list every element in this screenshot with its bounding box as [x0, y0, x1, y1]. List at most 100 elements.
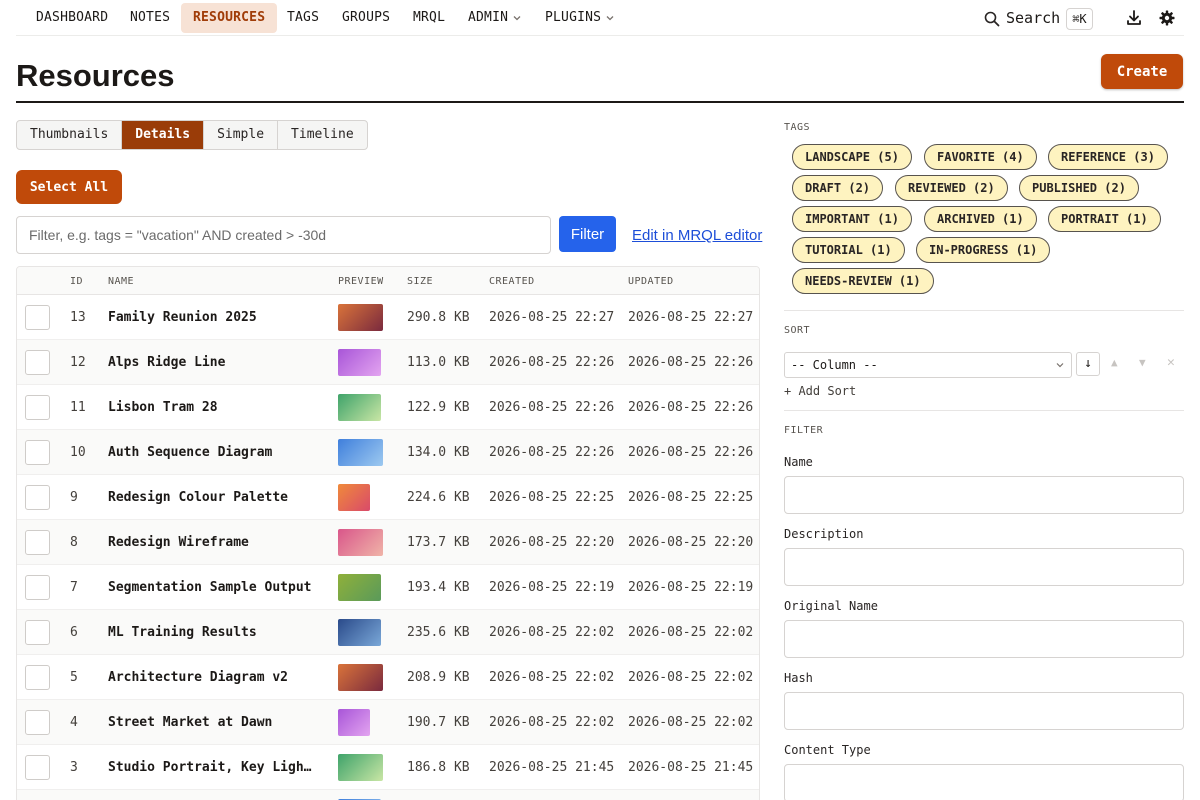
header-size[interactable]: SIZE	[407, 276, 433, 287]
header-created[interactable]: CREATED	[489, 276, 535, 287]
tag-chip[interactable]: TUTORIAL (1)	[792, 237, 905, 263]
preview-thumbnail[interactable]	[338, 619, 381, 646]
preview-thumbnail[interactable]	[338, 439, 383, 466]
row-updated: 2026-08-25 22:25	[628, 490, 754, 505]
preview-thumbnail[interactable]	[338, 484, 370, 511]
row-id: 12	[70, 355, 86, 370]
preview-thumbnail[interactable]	[338, 574, 381, 601]
row-name[interactable]: Alps Ridge Line	[108, 355, 225, 370]
header-name[interactable]: NAME	[108, 276, 134, 287]
row-checkbox[interactable]	[25, 440, 50, 465]
download-icon[interactable]	[1125, 9, 1143, 27]
select-all-button[interactable]: Select All	[16, 170, 122, 204]
filter-input[interactable]	[16, 216, 551, 254]
row-name[interactable]: Auth Sequence Diagram	[108, 445, 272, 460]
tag-chip[interactable]: LANDSCAPE (5)	[792, 144, 912, 170]
table-row[interactable]: 9 Redesign Colour Palette 224.6 KB 2026-08-…	[17, 475, 759, 520]
tag-chip[interactable]: REFERENCE (3)	[1048, 144, 1168, 170]
sort-column-select[interactable]: -- Column --	[784, 352, 1072, 378]
tag-chip[interactable]: NEEDS-REVIEW (1)	[792, 268, 934, 294]
row-name[interactable]: Family Reunion 2025	[108, 310, 257, 325]
nav-plugins[interactable]: PLUGINS	[533, 3, 627, 33]
row-id: 9	[70, 490, 78, 505]
table-row[interactable]: 5 Architecture Diagram v2 208.9 KB 2026-08-…	[17, 655, 759, 700]
tag-chip[interactable]: IN-PROGRESS (1)	[916, 237, 1051, 263]
row-name[interactable]: Studio Portrait, Key Light …	[108, 760, 318, 775]
filter-button[interactable]: Filter	[559, 216, 616, 252]
nav-tags[interactable]: TAGS	[275, 3, 331, 33]
nav-notes[interactable]: NOTES	[118, 3, 182, 33]
preview-thumbnail[interactable]	[338, 664, 383, 691]
table-row[interactable]: 6 ML Training Results 235.6 KB 2026-08-25 2…	[17, 610, 759, 655]
row-checkbox[interactable]	[25, 755, 50, 780]
row-name[interactable]: Street Market at Dawn	[108, 715, 272, 730]
table-row[interactable]: 11 Lisbon Tram 28 122.9 KB 2026-08-25 22:26…	[17, 385, 759, 430]
resources-table: ID NAME PREVIEW SIZE CREATED UPDATED 13 F…	[16, 266, 760, 800]
row-checkbox[interactable]	[25, 305, 50, 330]
nav-groups[interactable]: GROUPS	[330, 3, 402, 33]
table-row[interactable]: 8 Redesign Wireframe 173.7 KB 2026-08-25 22…	[17, 520, 759, 565]
tab-timeline[interactable]: Timeline	[278, 121, 367, 149]
row-checkbox[interactable]	[25, 485, 50, 510]
preview-thumbnail[interactable]	[338, 709, 370, 736]
nav-dashboard[interactable]: DASHBOARD	[24, 3, 120, 33]
remove-sort-icon[interactable]: ✕	[1167, 355, 1175, 370]
tab-thumbnails[interactable]: Thumbnails	[17, 121, 123, 149]
row-updated: 2026-08-25 22:27	[628, 310, 754, 325]
table-row[interactable]: 3 Studio Portrait, Key Light … 186.8 KB 202…	[17, 745, 759, 790]
gear-icon[interactable]	[1158, 9, 1176, 27]
table-row[interactable]: 4 Street Market at Dawn 190.7 KB 2026-08-25…	[17, 700, 759, 745]
header-updated[interactable]: UPDATED	[628, 276, 674, 287]
filter-field-input[interactable]	[784, 764, 1184, 800]
row-name[interactable]: ML Training Results	[108, 625, 257, 640]
tab-simple[interactable]: Simple	[204, 121, 279, 149]
header-id[interactable]: ID	[70, 276, 83, 287]
row-name[interactable]: Lisbon Tram 28	[108, 400, 218, 415]
row-name[interactable]: Architecture Diagram v2	[108, 670, 288, 685]
row-updated: 2026-08-25 22:20	[628, 535, 754, 550]
row-checkbox[interactable]	[25, 395, 50, 420]
row-checkbox[interactable]	[25, 350, 50, 375]
preview-thumbnail[interactable]	[338, 529, 383, 556]
preview-thumbnail[interactable]	[338, 394, 381, 421]
row-checkbox[interactable]	[25, 665, 50, 690]
table-row[interactable]: 13 Family Reunion 2025 290.8 KB 2026-08-25 …	[17, 295, 759, 340]
preview-thumbnail[interactable]	[338, 754, 383, 781]
nav-admin[interactable]: ADMIN	[456, 3, 534, 33]
tag-chip[interactable]: FAVORITE (4)	[924, 144, 1037, 170]
row-checkbox[interactable]	[25, 530, 50, 555]
sort-direction-button[interactable]: ↓	[1076, 352, 1100, 376]
add-sort-button[interactable]: + Add Sort	[784, 384, 856, 398]
row-checkbox[interactable]	[25, 575, 50, 600]
filter-field-input[interactable]	[784, 620, 1184, 658]
tag-chip[interactable]: IMPORTANT (1)	[792, 206, 912, 232]
create-button[interactable]: Create	[1101, 54, 1183, 89]
filter-field-input[interactable]	[784, 548, 1184, 586]
search-button[interactable]: Search ⌘K	[984, 3, 1093, 33]
row-checkbox[interactable]	[25, 710, 50, 735]
row-name[interactable]: Redesign Colour Palette	[108, 490, 288, 505]
filter-field-input[interactable]	[784, 692, 1184, 730]
move-up-icon[interactable]: ▲	[1111, 356, 1118, 369]
row-name[interactable]: Segmentation Sample Output	[108, 580, 312, 595]
table-row[interactable]: 7 Segmentation Sample Output 193.4 KB 2026-…	[17, 565, 759, 610]
table-row[interactable]: 12 Alps Ridge Line 113.0 KB 2026-08-25 22:2…	[17, 340, 759, 385]
filter-field-input[interactable]	[784, 476, 1184, 514]
nav-mrql[interactable]: MRQL	[401, 3, 457, 33]
tab-details[interactable]: Details	[122, 121, 205, 149]
preview-thumbnail[interactable]	[338, 304, 383, 331]
mrql-editor-link[interactable]: Edit in MRQL editor	[632, 227, 762, 244]
tag-chip[interactable]: ARCHIVED (1)	[924, 206, 1037, 232]
nav-resources[interactable]: RESOURCES	[181, 3, 278, 33]
table-row[interactable]: 10 Auth Sequence Diagram 134.0 KB 2026-08-2…	[17, 430, 759, 475]
preview-thumbnail[interactable]	[338, 349, 381, 376]
tag-chip[interactable]: PUBLISHED (2)	[1019, 175, 1139, 201]
tag-chip[interactable]: DRAFT (2)	[792, 175, 884, 201]
move-down-icon[interactable]: ▼	[1139, 356, 1146, 369]
tag-chip[interactable]: REVIEWED (2)	[895, 175, 1008, 201]
table-row[interactable]	[17, 790, 759, 800]
row-name[interactable]: Redesign Wireframe	[108, 535, 249, 550]
row-size: 122.9 KB	[407, 400, 470, 415]
row-checkbox[interactable]	[25, 620, 50, 645]
tag-chip[interactable]: PORTRAIT (1)	[1048, 206, 1161, 232]
